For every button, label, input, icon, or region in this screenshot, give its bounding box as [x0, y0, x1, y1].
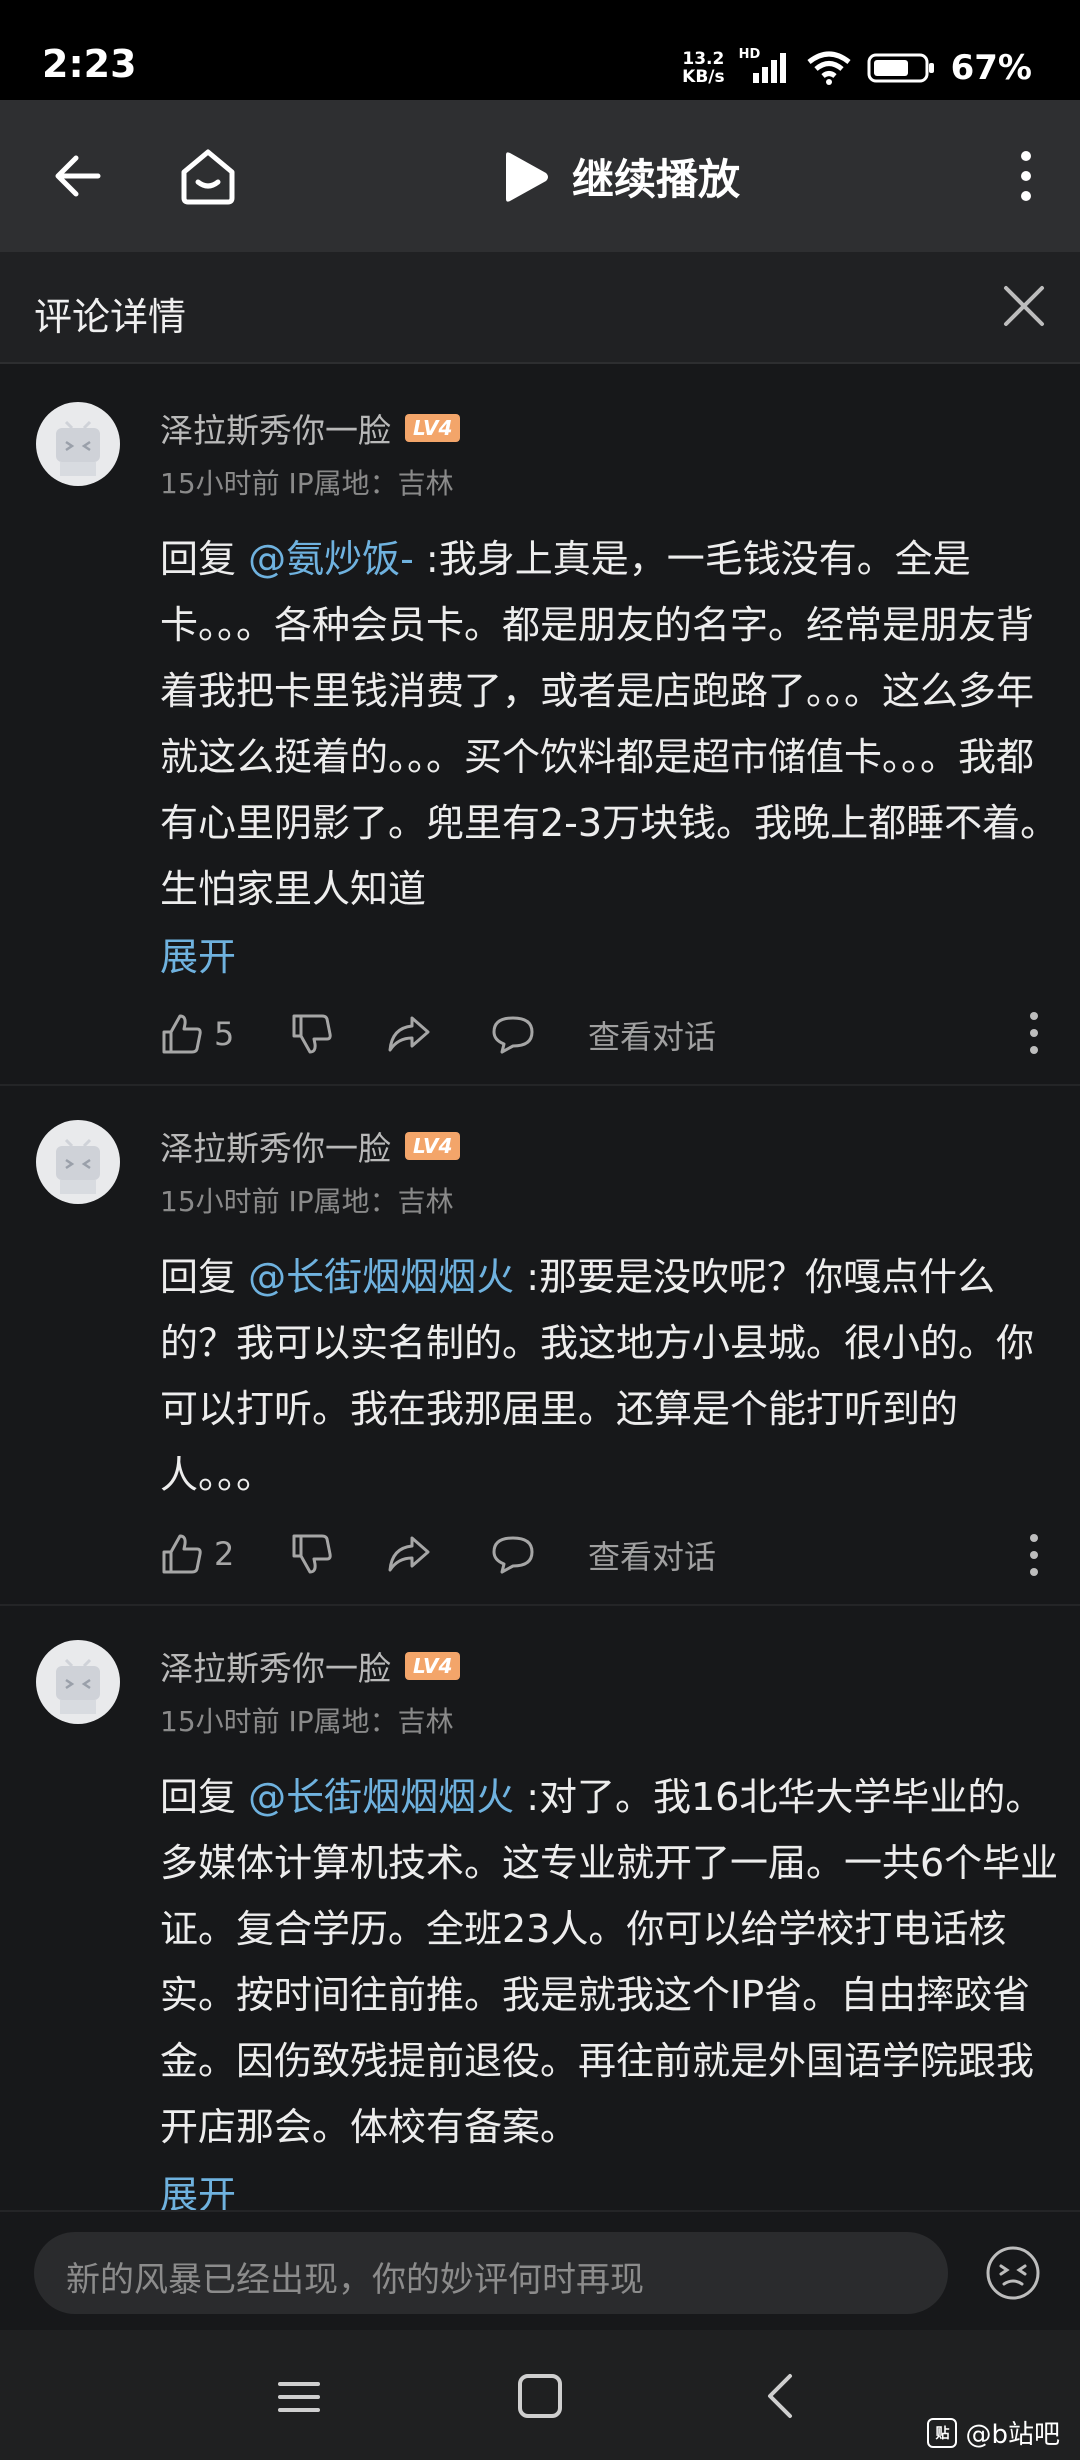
expand-link[interactable]: 展开: [160, 2164, 236, 2210]
comment-item: 泽拉斯秀你一脸 LV4 15小时前 IP属地：吉林 回复 @氨炒饭- :我身上真…: [0, 366, 1080, 1086]
comment-item: 泽拉斯秀你一脸 LV4 15小时前 IP属地：吉林 回复 @长街烟烟烟火 :那要…: [0, 1086, 1080, 1606]
more-options-icon[interactable]: [1024, 1010, 1044, 1056]
like-count: 2: [214, 1535, 235, 1573]
share-button[interactable]: [386, 1004, 432, 1064]
view-dialog-link[interactable]: 查看对话: [588, 1012, 716, 1058]
comment-input[interactable]: 新的风暴已经出现，你的妙评何时再现: [34, 2232, 948, 2314]
mention-link[interactable]: @长街烟烟烟火: [248, 1775, 514, 1819]
comment-input-bar: 新的风暴已经出现，你的妙评何时再现: [0, 2210, 1080, 2330]
thumbs-up-icon: [162, 1014, 202, 1054]
home-icon[interactable]: [176, 144, 240, 208]
network-speed: 13.2 KB/s: [682, 49, 725, 87]
thumbs-down-icon: [292, 1534, 332, 1574]
more-vertical-icon[interactable]: [1006, 146, 1046, 206]
avatar[interactable]: [36, 402, 120, 486]
comment-text: 回复 @长街烟烟烟火 :那要是没吹呢？你嘎点什么的？我可以实名制的。我这地方小县…: [160, 1255, 1035, 1497]
username[interactable]: 泽拉斯秀你一脸 LV4: [160, 404, 461, 452]
status-time: 2:23: [42, 42, 137, 86]
username[interactable]: 泽拉斯秀你一脸 LV4: [160, 1122, 461, 1170]
emoji-icon[interactable]: [984, 2244, 1042, 2302]
avatar[interactable]: [36, 1640, 120, 1724]
share-icon: [388, 1016, 430, 1052]
username[interactable]: 泽拉斯秀你一脸 LV4: [160, 1642, 461, 1690]
default-avatar-icon: [56, 1658, 100, 1714]
network-type-label: HD: [738, 47, 761, 62]
continue-play-button[interactable]: 继续播放: [500, 146, 740, 207]
recent-apps-icon[interactable]: [274, 2372, 324, 2422]
reply-button[interactable]: [490, 1524, 536, 1584]
comment-item: 泽拉斯秀你一脸 LV4 15小时前 IP属地：吉林 回复 @长街烟烟烟火 :对了…: [0, 1606, 1080, 2210]
battery-icon: [867, 53, 934, 83]
dislike-button[interactable]: [290, 1524, 334, 1584]
page-title: 评论详情: [34, 295, 187, 339]
view-dialog-link[interactable]: 查看对话: [588, 1532, 716, 1578]
share-icon: [388, 1536, 430, 1572]
play-icon: [506, 151, 548, 202]
back-chevron-icon[interactable]: [756, 2370, 806, 2422]
signal-icon: HD: [739, 47, 791, 85]
wifi-icon: [807, 51, 851, 85]
share-button[interactable]: [386, 1524, 432, 1584]
status-bar: 2:23 13.2 KB/s HD 67%: [0, 0, 1080, 100]
mention-link[interactable]: @长街烟烟烟火: [248, 1255, 514, 1299]
status-icons: 13.2 KB/s HD 67%: [682, 44, 1032, 92]
comment-meta: 15小时前 IP属地：吉林: [160, 1705, 454, 1738]
tieba-logo-icon: 贴: [927, 2417, 958, 2448]
battery-percent: 67%: [950, 48, 1032, 88]
close-icon[interactable]: [996, 278, 1052, 334]
back-arrow-icon[interactable]: [48, 146, 108, 206]
comment-bubble-icon: [492, 1536, 534, 1574]
expand-link[interactable]: 展开: [160, 926, 236, 981]
comment-meta: 15小时前 IP属地：吉林: [160, 1185, 454, 1218]
comment-actions: 5 查看对话: [160, 1004, 1060, 1064]
comment-input-placeholder: 新的风暴已经出现，你的妙评何时再现: [66, 2260, 644, 2300]
watermark: 贴 @b站吧: [927, 2414, 1060, 2451]
dislike-button[interactable]: [290, 1004, 334, 1064]
comment-text: 回复 @长街烟烟烟火 :对了。我16北华大学毕业的。多媒体计算机技术。这专业就开…: [160, 1775, 1059, 2149]
level-badge: LV4: [405, 1652, 461, 1680]
default-avatar-icon: [56, 420, 100, 476]
like-button[interactable]: 2: [160, 1524, 234, 1584]
comment-bubble-icon: [492, 1016, 534, 1054]
comment-list[interactable]: 泽拉斯秀你一脸 LV4 15小时前 IP属地：吉林 回复 @氨炒饭- :我身上真…: [0, 366, 1080, 2210]
home-square-icon[interactable]: [514, 2370, 566, 2422]
thumbs-down-icon: [292, 1014, 332, 1054]
top-nav-bar: 继续播放: [0, 100, 1080, 252]
comment-actions: 2 查看对话: [160, 1524, 1060, 1584]
mention-link[interactable]: @氨炒饭-: [248, 537, 414, 581]
comment-detail-header: 评论详情: [0, 252, 1080, 364]
watermark-text: @b站吧: [965, 2420, 1060, 2450]
comment-text: 回复 @氨炒饭- :我身上真是，一毛钱没有。全是卡。。。各种会员卡。都是朋友的名…: [160, 537, 1059, 911]
thumbs-up-icon: [162, 1534, 202, 1574]
more-options-icon[interactable]: [1024, 1532, 1044, 1578]
level-badge: LV4: [405, 414, 461, 442]
comment-meta: 15小时前 IP属地：吉林: [160, 467, 454, 500]
like-count: 5: [214, 1015, 235, 1053]
like-button[interactable]: 5: [160, 1004, 234, 1064]
system-nav-bar: 贴 @b站吧: [0, 2330, 1080, 2460]
avatar[interactable]: [36, 1120, 120, 1204]
continue-play-label: 继续播放: [572, 155, 741, 204]
default-avatar-icon: [56, 1138, 100, 1194]
level-badge: LV4: [405, 1132, 461, 1160]
reply-button[interactable]: [490, 1004, 536, 1064]
